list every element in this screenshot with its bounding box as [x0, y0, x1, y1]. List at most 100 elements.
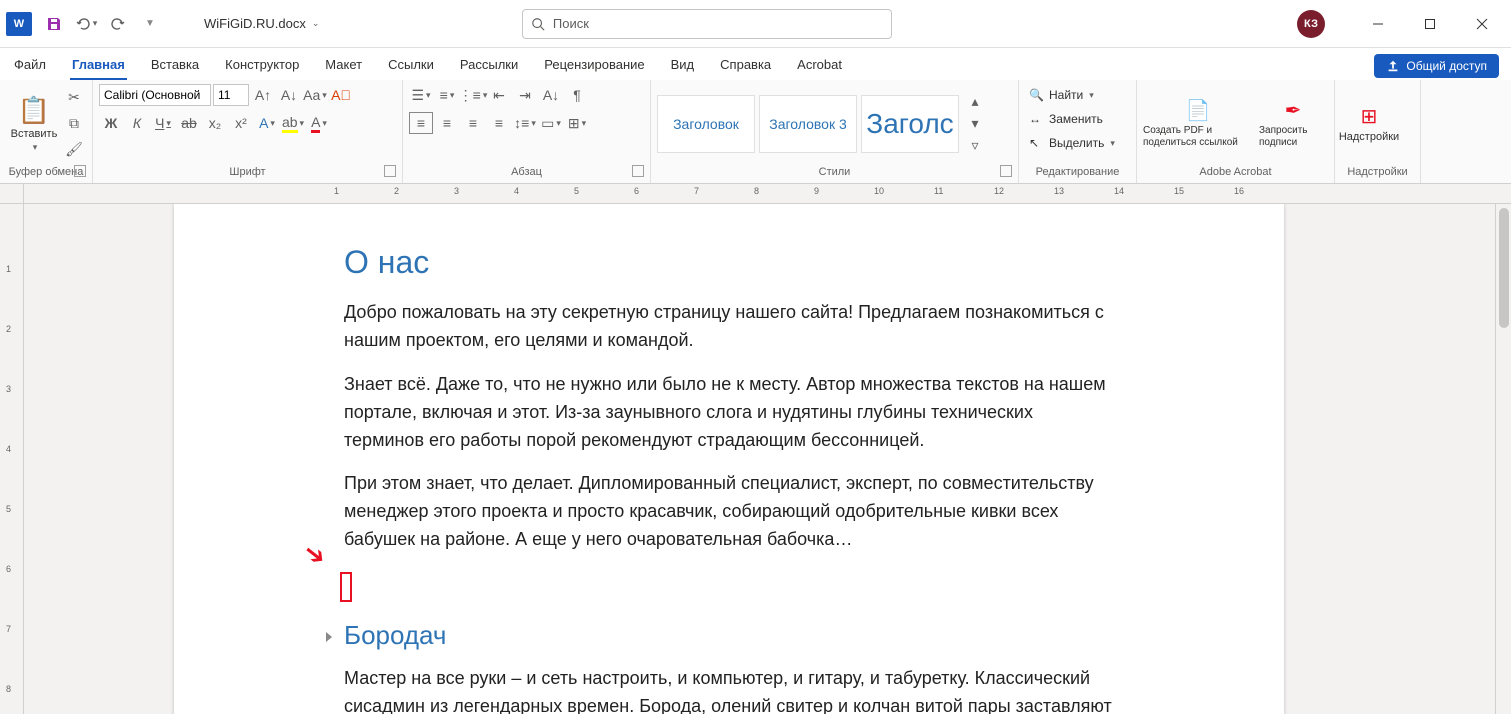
bold-button[interactable]: Ж: [99, 112, 123, 134]
tab-home[interactable]: Главная: [70, 53, 127, 80]
align-center-button[interactable]: ≡: [435, 112, 459, 134]
annotation-cursor-box: [340, 572, 352, 602]
multilevel-button[interactable]: ⋮≡▾: [461, 84, 485, 106]
collapse-triangle-icon[interactable]: [326, 632, 332, 642]
sort-button[interactable]: A↓: [539, 84, 563, 106]
style-heading1[interactable]: Заголовок: [657, 95, 755, 153]
pdf-icon: 📄: [1186, 99, 1211, 123]
replace-button[interactable]: ↔Заменить: [1025, 108, 1107, 130]
font-size-input[interactable]: [213, 84, 249, 106]
show-marks-button[interactable]: ¶: [565, 84, 589, 106]
tab-insert[interactable]: Вставка: [149, 53, 201, 80]
share-icon: [1386, 59, 1400, 73]
tab-view[interactable]: Вид: [669, 53, 697, 80]
vertical-scrollbar[interactable]: [1495, 204, 1511, 714]
tab-help[interactable]: Справка: [718, 53, 773, 80]
search-input[interactable]: Поиск: [522, 9, 892, 39]
filename-text: WiFiGiD.RU.docx: [204, 16, 306, 31]
clipboard-launcher[interactable]: [74, 165, 86, 177]
borders-button[interactable]: ⊞▾: [565, 112, 589, 134]
addins-button[interactable]: ⊞ Надстройки: [1341, 88, 1397, 160]
tab-acrobat[interactable]: Acrobat: [795, 53, 844, 80]
group-editing-label: Редактирование: [1025, 163, 1130, 181]
tab-references[interactable]: Ссылки: [386, 53, 436, 80]
align-left-button[interactable]: ≡: [409, 112, 433, 134]
group-font-label: Шрифт: [229, 166, 265, 178]
paragraph: Знает всё. Даже то, что не нужно или был…: [344, 371, 1114, 455]
annotation-arrow: ➔: [297, 536, 333, 574]
tab-file[interactable]: Файл: [12, 53, 48, 80]
titlebar: W ▾ ▼ WiFiGiD.RU.docx ⌄ Поиск КЗ: [0, 0, 1511, 48]
chevron-down-icon: ⌄: [312, 18, 320, 29]
sign-icon: ✒: [1285, 99, 1302, 123]
font-launcher[interactable]: [384, 165, 396, 177]
tab-design[interactable]: Конструктор: [223, 53, 301, 80]
numbering-button[interactable]: ≡▾: [435, 84, 459, 106]
document-area[interactable]: О нас Добро пожаловать на эту секретную …: [24, 204, 1495, 714]
increase-font-button[interactable]: A↑: [251, 84, 275, 106]
format-painter-button[interactable]: 🖌: [62, 139, 86, 161]
bullets-button[interactable]: ☰▾: [409, 84, 433, 106]
tab-mailings[interactable]: Рассылки: [458, 53, 520, 80]
ribbon: 📋 Вставить ▾ ✂ ⧉ 🖌 Буфер обмена A↑ A↓ Aa…: [0, 80, 1511, 184]
cut-button[interactable]: ✂: [62, 87, 86, 109]
qat-customize-button[interactable]: ▼: [136, 10, 164, 38]
increase-indent-button[interactable]: ⇥: [513, 84, 537, 106]
italic-button[interactable]: К: [125, 112, 149, 134]
style-title[interactable]: Заголс: [861, 95, 959, 153]
save-button[interactable]: [40, 10, 68, 38]
minimize-button[interactable]: [1355, 8, 1401, 40]
shading-button[interactable]: ▭▾: [539, 112, 563, 134]
paste-button[interactable]: 📋 Вставить ▾: [6, 88, 62, 160]
align-right-button[interactable]: ≡: [461, 112, 485, 134]
group-styles-label: Стили: [819, 166, 851, 178]
ruler-vertical[interactable]: 1 2 3 4 5 6 7 8: [0, 204, 24, 714]
filename[interactable]: WiFiGiD.RU.docx ⌄: [204, 16, 319, 31]
group-paragraph-label: Абзац: [511, 166, 542, 178]
line-spacing-button[interactable]: ↕≡▾: [513, 112, 537, 134]
decrease-font-button[interactable]: A↓: [277, 84, 301, 106]
maximize-button[interactable]: [1407, 8, 1453, 40]
cursor-icon: ↖: [1029, 136, 1045, 150]
style-heading3[interactable]: Заголовок 3: [759, 95, 857, 153]
superscript-button[interactable]: x²: [229, 112, 253, 134]
group-clipboard-label: Буфер обмена: [9, 166, 84, 178]
close-button[interactable]: [1459, 8, 1505, 40]
styles-launcher[interactable]: [1000, 165, 1012, 177]
paragraph-launcher[interactable]: [632, 165, 644, 177]
group-paragraph: ☰▾ ≡▾ ⋮≡▾ ⇤ ⇥ A↓ ¶ ≡ ≡ ≡ ≡ ↕≡▾ ▭▾ ⊞▾ Абз…: [403, 80, 651, 183]
page[interactable]: О нас Добро пожаловать на эту секретную …: [174, 204, 1284, 714]
search-placeholder: Поиск: [553, 16, 589, 31]
tab-review[interactable]: Рецензирование: [542, 53, 646, 80]
user-avatar[interactable]: КЗ: [1297, 10, 1325, 38]
scrollbar-thumb[interactable]: [1499, 208, 1509, 328]
group-editing: 🔍Найти▾ ↔Заменить ↖Выделить▾ Редактирова…: [1019, 80, 1137, 183]
underline-button[interactable]: Ч▾: [151, 112, 175, 134]
select-button[interactable]: ↖Выделить▾: [1025, 132, 1119, 154]
chevron-down-icon: ▾: [33, 142, 38, 153]
redo-button[interactable]: [104, 10, 132, 38]
window-controls: КЗ: [1297, 8, 1505, 40]
request-sign-button[interactable]: ✒ Запросить подписи: [1259, 88, 1327, 160]
font-color-button[interactable]: A▾: [307, 112, 331, 134]
find-button[interactable]: 🔍Найти▾: [1025, 84, 1098, 106]
styles-expand[interactable]: ▿: [963, 135, 987, 157]
copy-button[interactable]: ⧉: [62, 113, 86, 135]
justify-button[interactable]: ≡: [487, 112, 511, 134]
text-effects-button[interactable]: A▾: [255, 112, 279, 134]
styles-scroll-down[interactable]: ▾: [963, 113, 987, 135]
group-addins-label: Надстройки: [1341, 163, 1414, 181]
change-case-button[interactable]: Aa▾: [303, 84, 327, 106]
tab-layout[interactable]: Макет: [323, 53, 364, 80]
undo-button[interactable]: ▾: [72, 10, 100, 38]
styles-scroll-up[interactable]: ▴: [963, 91, 987, 113]
font-name-input[interactable]: [99, 84, 211, 106]
highlight-button[interactable]: ab▾: [281, 112, 305, 134]
subscript-button[interactable]: x₂: [203, 112, 227, 134]
decrease-indent-button[interactable]: ⇤: [487, 84, 511, 106]
strike-button[interactable]: ab: [177, 112, 201, 134]
share-button[interactable]: Общий доступ: [1374, 54, 1499, 78]
create-pdf-button[interactable]: 📄 Создать PDF и поделиться ссылкой: [1143, 88, 1253, 160]
clear-formatting-button[interactable]: A⃠: [329, 84, 353, 106]
ruler-horizontal[interactable]: 1 2 3 4 5 6 7 8 9 10 11 12 13 14 15 16: [0, 184, 1511, 204]
